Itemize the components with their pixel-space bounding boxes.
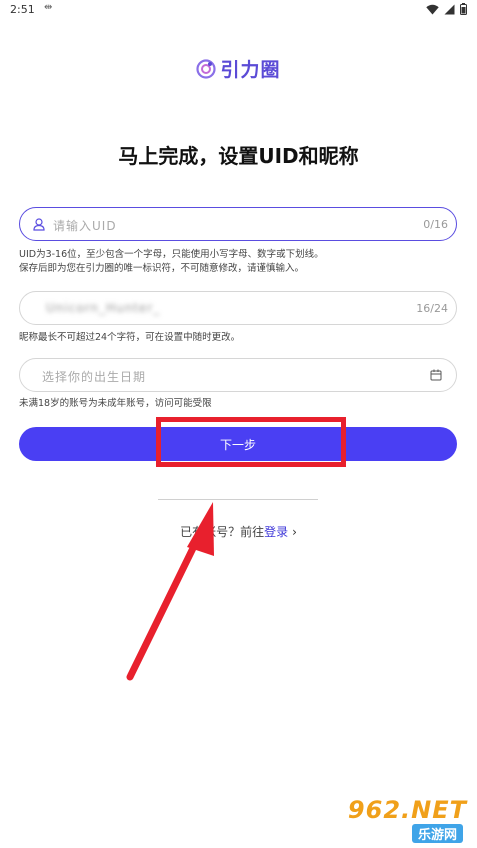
uid-input[interactable]: 请输入UID 0/16: [19, 207, 457, 241]
calendar-icon: [430, 369, 442, 381]
app-logo: 引力圈: [0, 55, 477, 82]
uid-char-counter: 0/16: [423, 218, 448, 231]
login-prefix: 已有账号？前往: [180, 525, 265, 539]
nickname-value: Unicorn_Hunter_: [46, 301, 161, 315]
birthday-placeholder: 选择你的出生日期: [42, 370, 147, 384]
login-row: 已有账号？前往登录 ›: [0, 523, 477, 540]
uid-hint-line1: UID为3-16位，至少包含一个字母，只能使用小写字母、数字或下划线。: [19, 249, 324, 260]
annotation-highlight-box: [156, 417, 346, 467]
birthday-picker[interactable]: 选择你的出生日期: [19, 358, 457, 392]
status-notification-icon: ⇹: [44, 2, 53, 13]
chevron-right-icon: ›: [292, 525, 297, 539]
nickname-char-counter: 16/24: [416, 302, 448, 315]
status-icons: [426, 3, 467, 15]
wifi-icon: [426, 4, 439, 14]
signal-icon: [444, 4, 455, 14]
uid-hint-line2: 保存后即为您在引力圈的唯一标识符，不可随意修改，请谨慎输入。: [19, 263, 305, 274]
watermark-text: 962.NET: [347, 796, 467, 824]
nickname-input[interactable]: Unicorn_Hunter_ 16/24: [19, 291, 457, 325]
user-icon: [33, 218, 45, 231]
nickname-hint: 昵称最长不可超过24个字符，可在设置中随时更改。: [19, 332, 241, 343]
logo-text: 引力圈: [220, 59, 281, 81]
logo-mark-icon: [196, 58, 217, 79]
status-time: 2:51: [10, 3, 35, 16]
watermark-logo: 962.NET 乐游网: [343, 796, 471, 844]
status-bar: 2:51 ⇹: [0, 0, 477, 20]
login-link[interactable]: 登录: [264, 525, 288, 539]
page-title: 马上完成，设置UID和昵称: [118, 144, 359, 168]
battery-icon: [460, 3, 467, 15]
uid-placeholder: 请输入UID: [53, 219, 117, 233]
watermark-subtext: 乐游网: [411, 824, 463, 843]
birthday-hint: 未满18岁的账号为未成年账号，访问可能受限: [19, 398, 212, 409]
divider: [158, 499, 318, 500]
